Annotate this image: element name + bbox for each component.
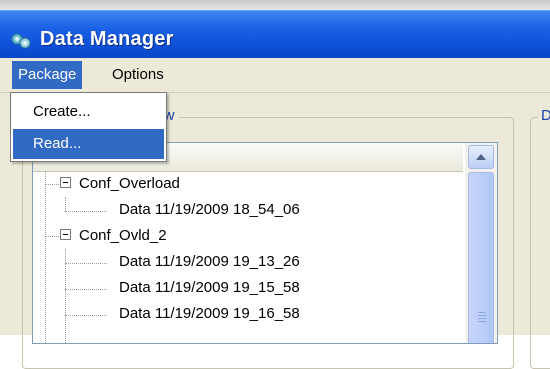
tree-item-data[interactable]: Data 11/19/2009 19_13_26 [33, 249, 463, 275]
menu-package[interactable]: Package [12, 61, 83, 89]
window-top-edge [0, 0, 550, 10]
tree-item-label: Data 11/19/2009 19_13_26 [119, 253, 300, 270]
tree-item-conf-overload[interactable]: Conf_Overload [33, 171, 463, 197]
tree-connector [65, 263, 107, 264]
tree-item-data[interactable]: Data 11/19/2009 19_15_58 [33, 275, 463, 301]
tree-connector [65, 211, 107, 212]
tree-item-label: Data 11/19/2009 18_54_06 [119, 201, 300, 218]
window-title: Data Manager [40, 28, 174, 50]
menu-item-read[interactable]: Read... [13, 129, 164, 159]
collapse-icon[interactable] [60, 229, 71, 240]
tree-item-data[interactable]: Data 11/19/2009 18_54_06 [33, 197, 463, 223]
menu-options[interactable]: Options [106, 61, 170, 89]
right-group-label: D [538, 107, 550, 124]
tree-item-label: Data 11/19/2009 19_16_58 [119, 305, 300, 322]
tree-item-label: Data 11/19/2009 19_15_58 [119, 279, 300, 296]
scroll-thumb[interactable] [468, 172, 494, 343]
tree-connector [65, 315, 107, 316]
tree-connector [45, 236, 59, 237]
tree-connector [45, 184, 59, 185]
collapse-icon[interactable] [60, 177, 71, 188]
title-bar[interactable]: Data Manager [0, 10, 550, 59]
app-icon [11, 33, 31, 49]
scroll-up-arrow-icon[interactable] [468, 145, 494, 169]
package-dropdown-menu: Create... Read... [10, 92, 167, 162]
tree-item-label: Conf_Ovld_2 [79, 227, 167, 244]
tree-connector [65, 289, 107, 290]
tree-item-data[interactable]: Data 11/19/2009 19_16_58 [33, 301, 463, 327]
grip-icon [478, 312, 486, 313]
tree-scrollbar[interactable] [465, 143, 497, 343]
right-groupbox [530, 117, 550, 369]
configuration-tree[interactable]: n List Conf_Overload Data 11/19/2009 18_… [32, 142, 498, 344]
tree-item-label: Conf_Overload [79, 175, 180, 192]
tree-item-conf-ovld-2[interactable]: Conf_Ovld_2 [33, 223, 463, 249]
grip-icon [478, 321, 486, 322]
grip-icon [478, 315, 486, 316]
grip-icon [478, 318, 486, 319]
menu-bar: Package Options [0, 58, 550, 93]
menu-item-create[interactable]: Create... [13, 97, 164, 127]
